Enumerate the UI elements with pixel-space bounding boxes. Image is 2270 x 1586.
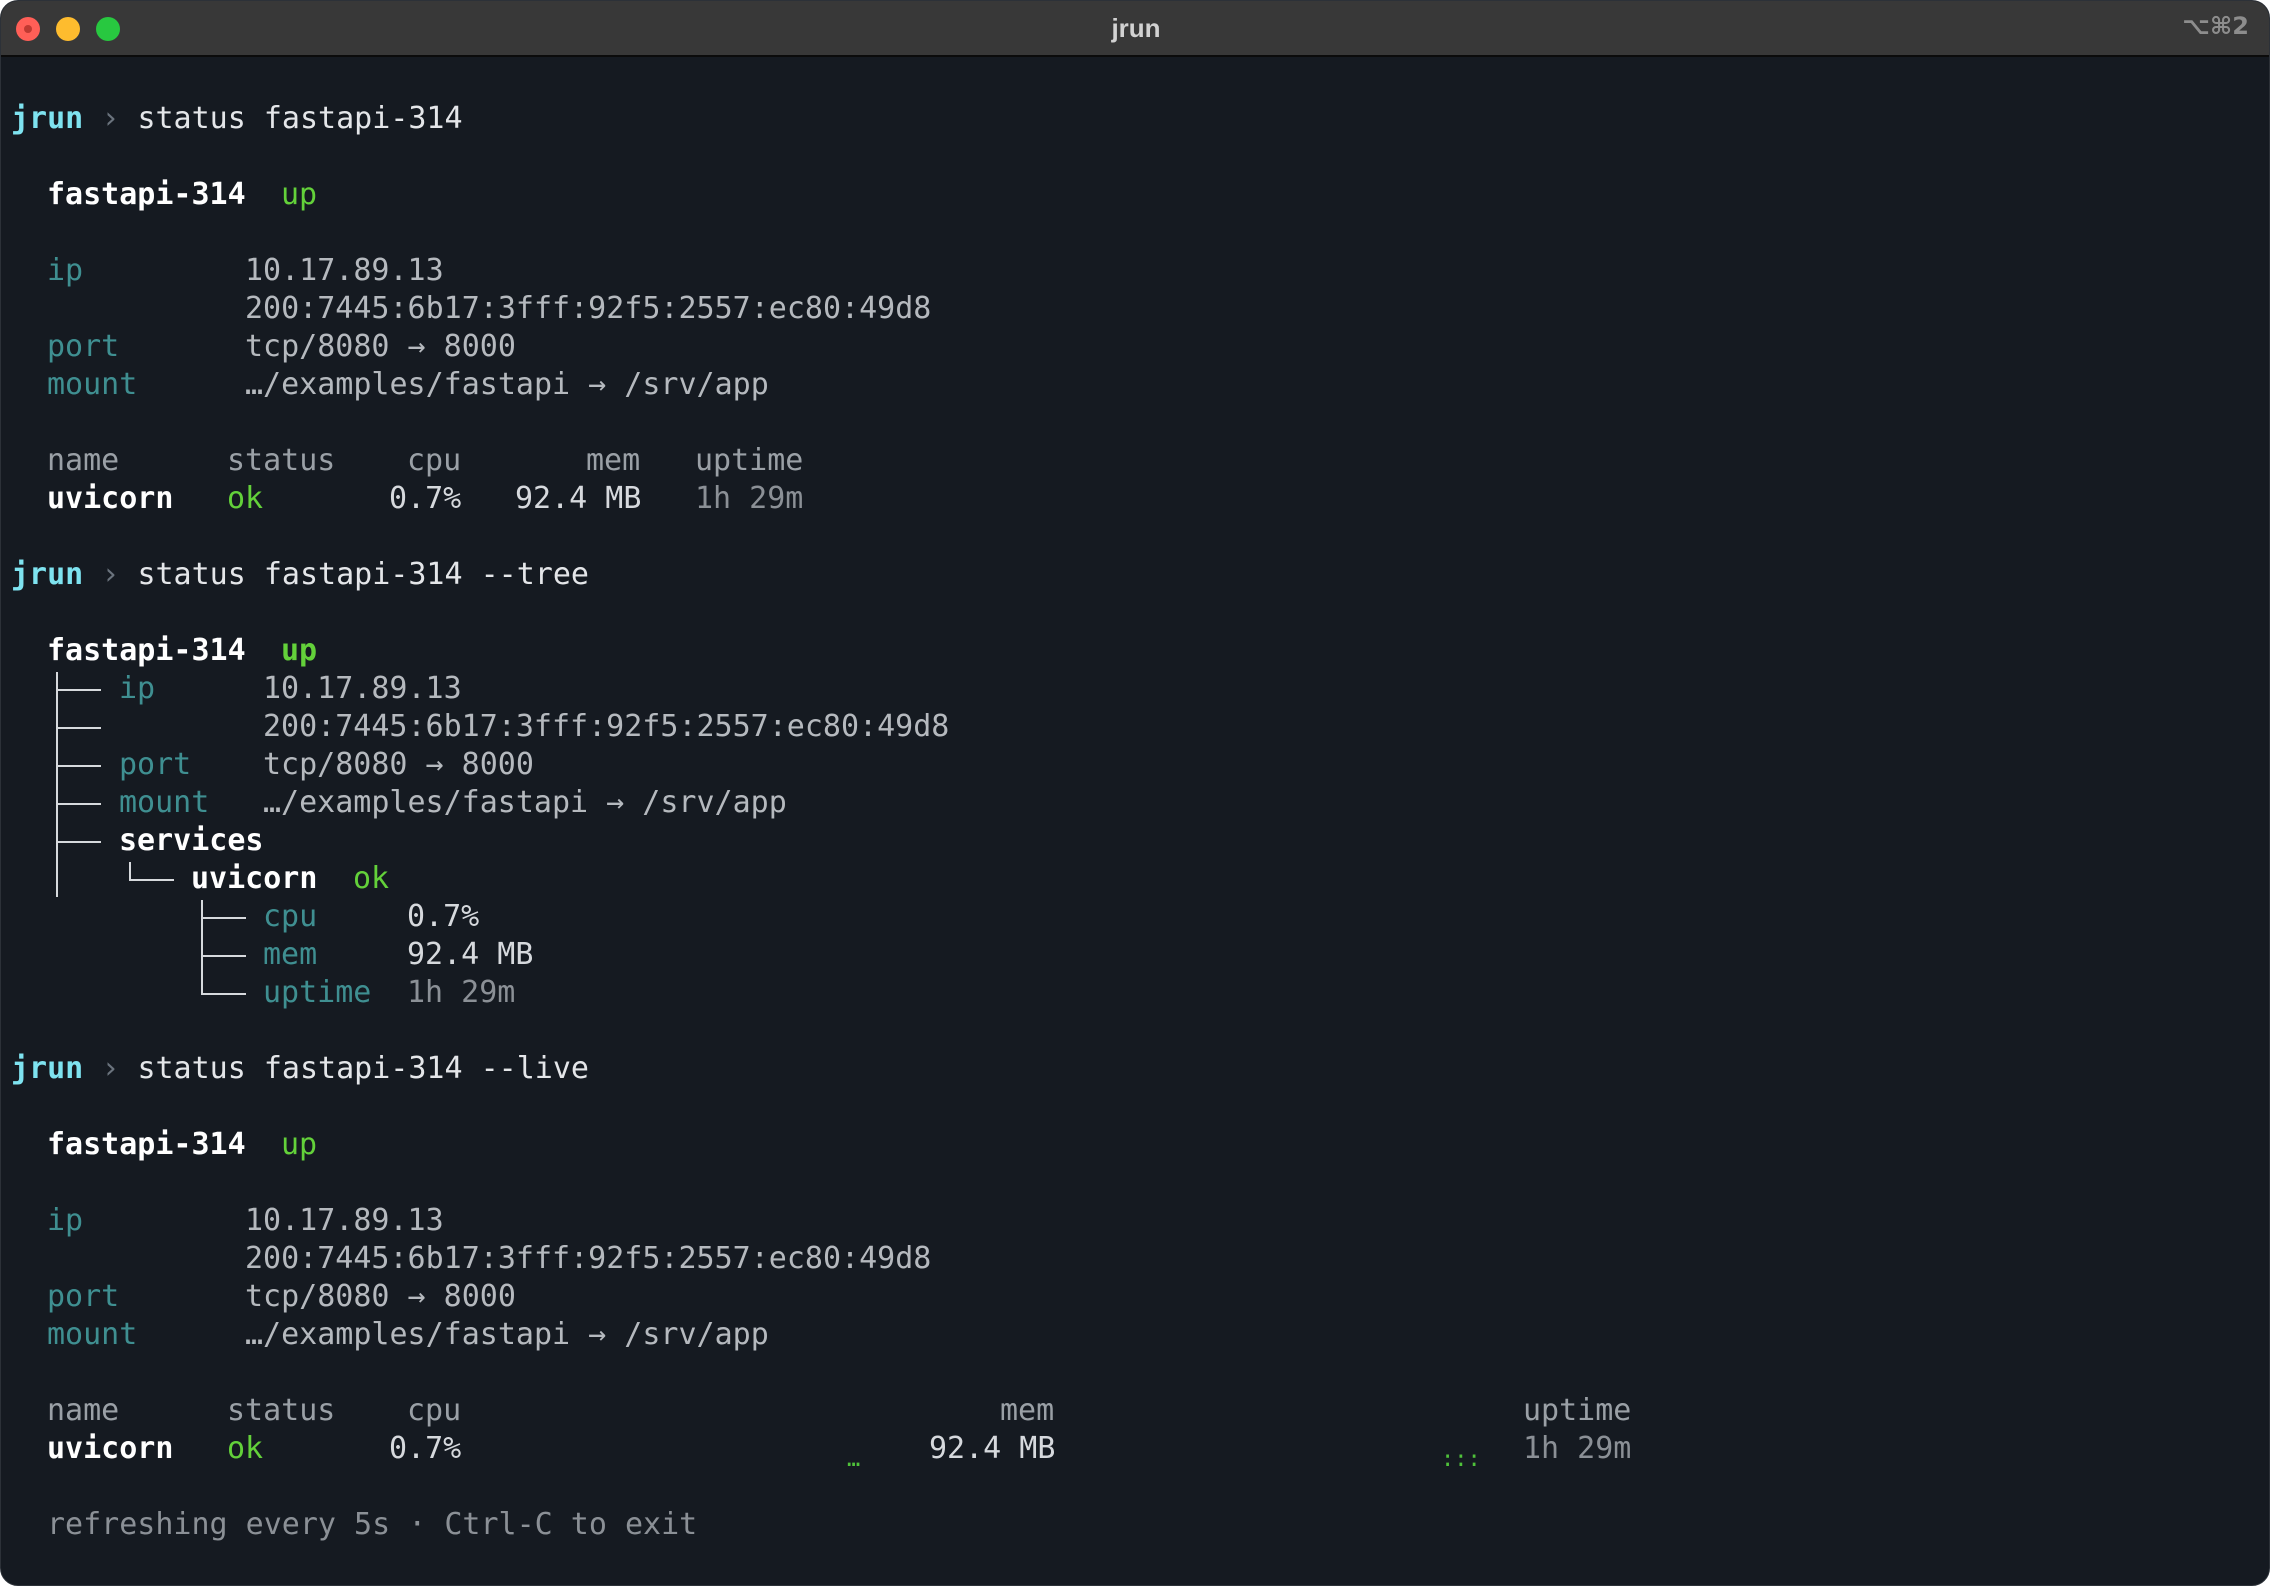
prompt-chevron: ›	[101, 557, 120, 592]
app-name: fastapi-314	[47, 633, 246, 668]
app-name: fastapi-314	[47, 1127, 246, 1162]
tree-ipv6: 200:7445:6b17:3fff:92f5:2557:ec80:49d8	[263, 709, 950, 744]
port-value: tcp/8080 → 8000	[245, 329, 516, 364]
command-text: status fastapi-314 --live	[137, 1051, 589, 1086]
ipv6-value: 200:7445:6b17:3fff:92f5:2557:ec80:49d8	[245, 291, 932, 326]
live-col-header-cpu: cpu	[407, 1393, 462, 1428]
tab-shortcut: ⌥⌘2	[2182, 12, 2249, 40]
status-badge: up	[281, 177, 318, 212]
tree-branch	[56, 727, 101, 729]
live-service-cpu: 0.7%	[389, 1431, 462, 1466]
tree-cpu-label: cpu	[263, 899, 318, 934]
tree-ipv4: 10.17.89.13	[263, 671, 462, 706]
tree-services-label: services	[119, 823, 264, 858]
port-label: port	[47, 329, 120, 364]
tree-branch	[56, 689, 101, 691]
service-uptime: 1h 29m	[695, 481, 804, 516]
tree-ip-label: ip	[119, 671, 156, 706]
col-header-uptime: uptime	[695, 443, 804, 478]
window-title: jrun	[1111, 13, 1161, 43]
mem-sparkline: …	[847, 1447, 861, 1472]
tree-branch	[56, 765, 101, 767]
tree-branch	[56, 841, 101, 843]
tree-port: tcp/8080 → 8000	[263, 747, 534, 782]
live-col-header-status: status	[227, 1393, 336, 1428]
terminal-output[interactable]: jrun › status fastapi-314 fastapi-314 up…	[1, 57, 2269, 1585]
tree-service-name: uvicorn	[191, 861, 318, 896]
tree-trunk	[201, 900, 203, 995]
live-footer: refreshing every 5s · Ctrl-C to exit	[47, 1507, 698, 1542]
prompt-name: jrun	[11, 557, 84, 592]
prompt-line-1: jrun › status fastapi-314	[11, 100, 463, 138]
uptime-sparkline: :::	[1441, 1447, 1481, 1472]
app-header-1: fastapi-314	[47, 176, 246, 214]
live-service-status: ok	[227, 1431, 264, 1466]
command-text: status fastapi-314 --tree	[137, 557, 589, 592]
app-state-1: up	[281, 176, 317, 214]
live-ipv6: 200:7445:6b17:3fff:92f5:2557:ec80:49d8	[245, 1241, 932, 1276]
live-port-label: port	[47, 1279, 120, 1314]
service-name: uvicorn	[47, 481, 174, 516]
tree-cpu-value: 0.7%	[407, 899, 480, 934]
tree-branch	[129, 879, 174, 881]
mount-label: mount	[47, 367, 138, 402]
live-mount-label: mount	[47, 1317, 138, 1352]
col-header-cpu: cpu	[407, 443, 462, 478]
prompt-name: jrun	[11, 1051, 84, 1086]
status-badge: up	[281, 633, 318, 668]
tree-branch	[56, 803, 101, 805]
live-port: tcp/8080 → 8000	[245, 1279, 516, 1314]
tree-trunk	[129, 862, 131, 880]
terminal-window: jrun ⌥⌘2 jrun › status fastapi-314 fasta…	[0, 0, 2270, 1586]
tree-trunk	[56, 672, 58, 897]
tree-mem-label: mem	[263, 937, 318, 972]
service-status: ok	[227, 481, 264, 516]
tree-uptime-value: 1h 29m	[407, 975, 516, 1010]
tree-mount-label: mount	[119, 785, 210, 820]
tree-mount: …/examples/fastapi → /srv/app	[263, 785, 787, 820]
live-app-state: up	[281, 1126, 317, 1164]
service-mem: 92.4 MB	[515, 481, 642, 516]
prompt-line-2: jrun › status fastapi-314 --tree	[11, 556, 589, 594]
live-ipv4: 10.17.89.13	[245, 1203, 444, 1238]
live-col-header-name: name	[47, 1393, 120, 1428]
prompt-line-3: jrun › status fastapi-314 --live	[11, 1050, 589, 1088]
live-col-header-uptime: uptime	[1523, 1393, 1632, 1428]
app-name: fastapi-314	[47, 177, 246, 212]
tree-app-state: up	[281, 632, 317, 670]
live-app-name: fastapi-314	[47, 1126, 246, 1164]
prompt-chevron: ›	[101, 101, 120, 136]
prompt-chevron: ›	[101, 1051, 120, 1086]
live-mount: …/examples/fastapi → /srv/app	[245, 1317, 769, 1352]
title-bar[interactable]: jrun ⌥⌘2	[1, 1, 2269, 57]
live-ip-label: ip	[47, 1203, 84, 1238]
prompt-name: jrun	[11, 101, 84, 136]
tree-uptime-label: uptime	[263, 975, 372, 1010]
tree-app-name: fastapi-314	[47, 632, 246, 670]
tree-port-label: port	[119, 747, 192, 782]
col-header-name: name	[47, 443, 120, 478]
tree-branch	[201, 917, 246, 919]
tree-mem-value: 92.4 MB	[407, 937, 534, 972]
tree-branch	[201, 993, 246, 995]
tree-service-status: ok	[353, 861, 390, 896]
live-service-name: uvicorn	[47, 1431, 174, 1466]
service-cpu: 0.7%	[389, 481, 462, 516]
live-service-uptime: 1h 29m	[1523, 1431, 1632, 1466]
command-text: status fastapi-314	[137, 101, 463, 136]
ip-label: ip	[47, 253, 84, 288]
live-service-mem: 92.4 MB	[929, 1431, 1056, 1466]
ipv4-value: 10.17.89.13	[245, 253, 444, 288]
mount-value: …/examples/fastapi → /srv/app	[245, 367, 769, 402]
tree-branch	[201, 955, 246, 957]
col-header-status: status	[227, 443, 336, 478]
col-header-mem: mem	[586, 443, 641, 478]
live-col-header-mem: mem	[1000, 1393, 1055, 1428]
status-badge: up	[281, 1127, 318, 1162]
